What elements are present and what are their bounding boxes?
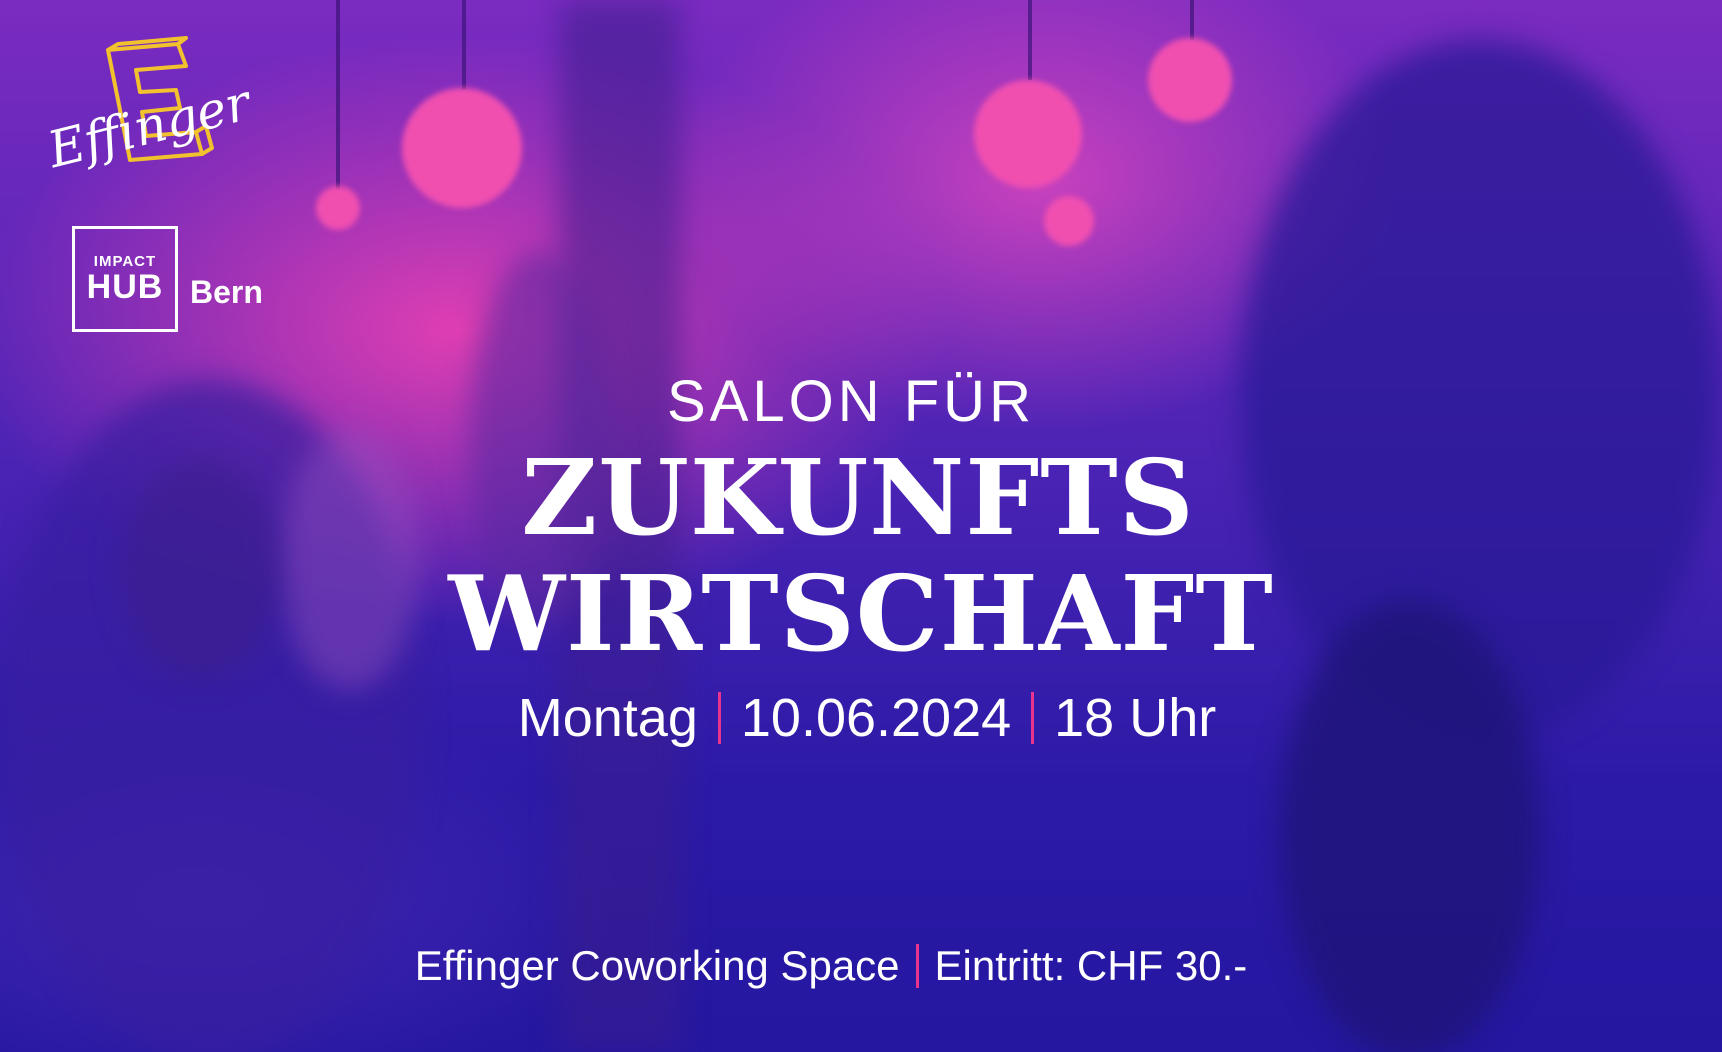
- city-label: Bern: [190, 273, 263, 310]
- event-location: Effinger Coworking Space: [414, 942, 900, 989]
- title-line-2: WIRTSCHAFT: [448, 552, 1274, 675]
- impact-hub-logo: IMPACT HUB Bern: [72, 226, 263, 332]
- hub-label: HUB: [86, 268, 164, 306]
- impact-hub-box: IMPACT HUB: [72, 226, 178, 332]
- effinger-logo: Effinger: [41, 36, 259, 176]
- effinger-wordmark: Effinger: [41, 73, 259, 176]
- divider: [717, 692, 721, 744]
- divider: [915, 944, 919, 988]
- event-time: 18 Uhr: [1054, 688, 1217, 748]
- title-kicker: SALON FÜR: [667, 369, 1035, 434]
- event-admission: Eintritt: CHF 30.-: [934, 942, 1248, 989]
- title-line-1: ZUKUNFTS: [521, 436, 1195, 559]
- divider: [1031, 692, 1035, 744]
- event-day: Montag: [517, 688, 698, 748]
- event-footer: Effinger Coworking Space Eintritt: CHF 3…: [0, 940, 1722, 992]
- event-date: 10.06.2024: [740, 688, 1012, 748]
- event-title: SALON FÜR ZUKUNFTS WIRTSCHAFT Montag 10.…: [0, 364, 1722, 750]
- date-row: Montag 10.06.2024 18 Uhr: [12, 686, 1722, 750]
